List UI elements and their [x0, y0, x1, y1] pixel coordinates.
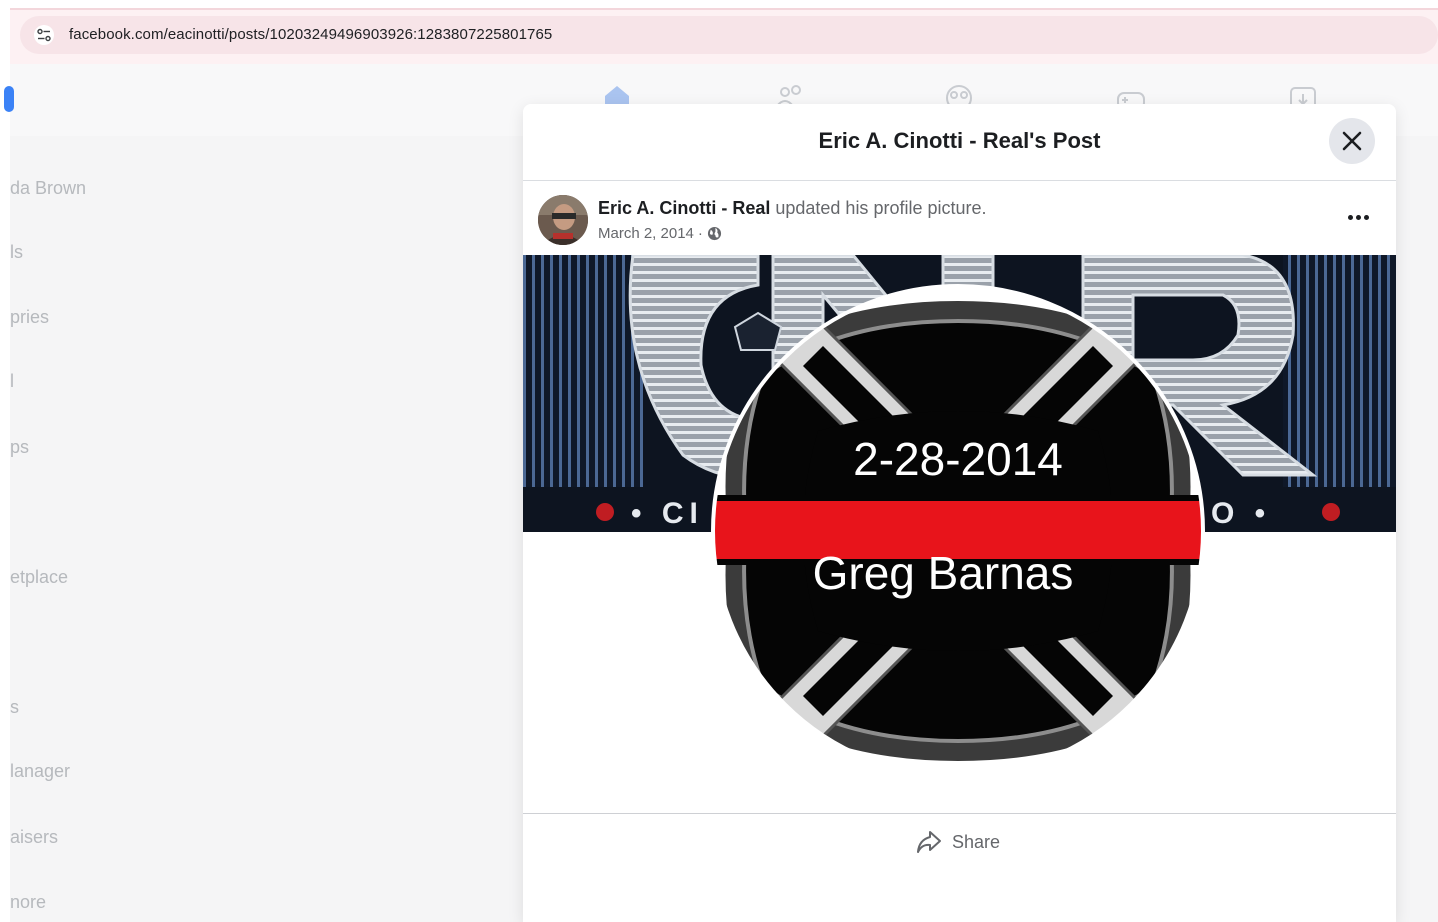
sidebar-item-ads-manager[interactable]: lanager: [10, 761, 70, 782]
cover-text-left: • CI: [631, 497, 704, 530]
facebook-logo-icon[interactable]: [4, 86, 14, 112]
url-text[interactable]: facebook.com/eacinotti/posts/10203249496…: [69, 26, 552, 43]
more-dot-icon: [1347, 214, 1353, 220]
sidebar-item-see-more[interactable]: nore: [10, 892, 46, 913]
sidebar-item-events[interactable]: s: [10, 697, 19, 718]
close-button[interactable]: [1329, 118, 1375, 164]
share-label: Share: [952, 831, 1001, 852]
post-action-bar: Share: [523, 813, 1396, 870]
sidebar-item-marketplace[interactable]: etplace: [10, 567, 68, 588]
sidebar-item-saved[interactable]: l: [10, 371, 14, 392]
cover-text-right: O •: [1211, 497, 1271, 530]
close-icon: [1342, 131, 1362, 151]
sidebar-item-friends[interactable]: ls: [10, 242, 23, 263]
sidebar-item-memories[interactable]: pries: [10, 307, 49, 328]
post-meta: March 2, 2014 ·: [598, 225, 722, 242]
badge-date-text: 2-28-2014: [853, 433, 1063, 485]
share-button[interactable]: Share: [916, 826, 1000, 858]
share-icon: [917, 831, 941, 853]
meta-separator: ·: [697, 225, 703, 242]
address-bar[interactable]: facebook.com/eacinotti/posts/10203249496…: [20, 16, 1438, 54]
sidebar-item-fundraisers[interactable]: aisers: [10, 827, 58, 848]
post-modal: Eric A. Cinotti - Real's Post Eric A. Ci…: [523, 104, 1396, 922]
profile-picture[interactable]: 2-28-2014 Greg Barnas: [708, 281, 1208, 781]
sidebar-item-groups[interactable]: ps: [10, 437, 29, 458]
post-date-link[interactable]: March 2, 2014: [598, 225, 694, 242]
author-name-link[interactable]: Eric A. Cinotti - Real: [598, 198, 770, 218]
sidebar-item-profile[interactable]: da Brown: [10, 178, 86, 199]
site-settings-icon[interactable]: [34, 25, 54, 45]
badge-name-text: Greg Barnas: [813, 547, 1074, 599]
more-dot-icon: [1363, 214, 1369, 220]
globe-icon[interactable]: [707, 226, 722, 241]
more-dot-icon: [1355, 214, 1361, 220]
post-header: Eric A. Cinotti - Real updated his profi…: [523, 181, 1396, 255]
post-author-line: Eric A. Cinotti - Real updated his profi…: [598, 198, 987, 219]
modal-title: Eric A. Cinotti - Real's Post: [818, 128, 1101, 153]
post-action-text: updated his profile picture.: [770, 198, 987, 218]
browser-toolbar: facebook.com/eacinotti/posts/10203249496…: [10, 8, 1438, 67]
avatar[interactable]: [538, 195, 588, 245]
post-options-button[interactable]: [1340, 205, 1376, 229]
modal-header: Eric A. Cinotti - Real's Post: [523, 104, 1396, 181]
